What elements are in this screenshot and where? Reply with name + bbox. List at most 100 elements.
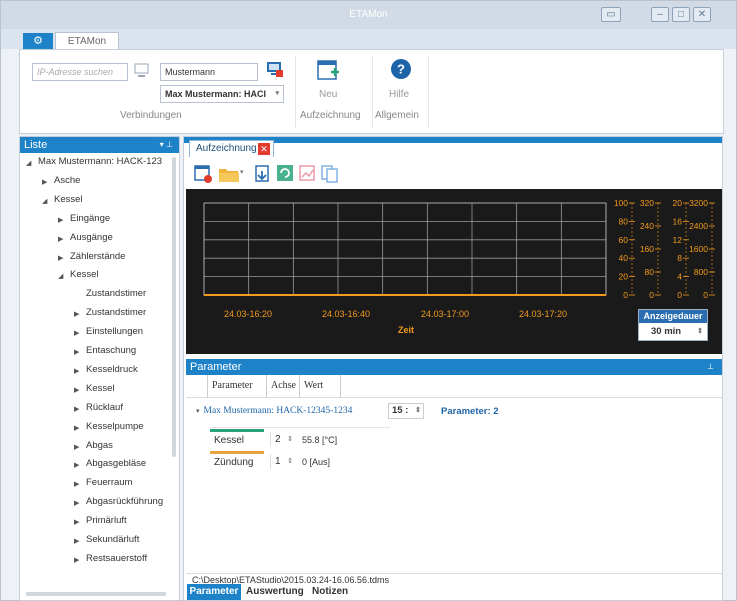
tab-notes[interactable]: Notizen [312,584,348,600]
tree-item[interactable]: Asche [54,175,80,186]
spinner-icon[interactable]: ⇕ [415,404,421,418]
collapse-arrow-icon[interactable]: ▶ [74,386,79,394]
tree-item[interactable]: Entaschung [86,345,136,356]
tree-item[interactable]: Abgasrückführung [86,496,163,507]
tab-etamon[interactable]: ETAMon [55,32,119,50]
refresh-icon[interactable] [276,164,296,184]
group-stepper[interactable]: 15 : ⇕ [388,403,424,419]
tree-item[interactable]: Abgas [86,440,113,451]
recording-panel: Aufzeichnung ✕ ▾ 24.03-16:20 24.03-16:40 2… [183,136,723,601]
expand-arrow-icon[interactable]: ◢ [42,197,47,205]
collapse-arrow-icon[interactable]: ▶ [74,499,79,507]
list-title: Liste [24,139,48,151]
collapse-arrow-icon[interactable]: ▶ [58,235,63,243]
collapse-arrow-icon[interactable]: ▶ [74,405,79,413]
tree-item[interactable]: Kessel [70,269,99,280]
tree-item[interactable]: Kesselpumpe [86,421,144,432]
tree-item[interactable]: Rücklauf [86,402,123,413]
tree-scrollbar-h[interactable] [26,592,166,596]
collapse-arrow-icon[interactable]: ▶ [74,443,79,451]
y-tick-label: 1600 [689,244,708,254]
username-input[interactable]: Mustermann [160,63,258,81]
new-label[interactable]: Neu [319,89,337,100]
collapse-arrow-icon[interactable]: ▶ [74,310,79,318]
collapse-arrow-icon[interactable]: ▶ [74,480,79,488]
tree-item[interactable]: Kesseldruck [86,364,138,375]
save-recording-icon[interactable] [194,164,214,184]
window-extra-icon[interactable]: ▭ [601,7,621,22]
expand-arrow-icon[interactable]: ◢ [58,272,63,280]
new-recording-icon[interactable] [316,59,340,83]
close-tab-icon[interactable]: ✕ [258,143,270,155]
header-divider [186,397,722,398]
tree-item[interactable]: Eingänge [70,213,110,224]
spinner-icon[interactable]: ⇕ [697,323,703,340]
column-axis[interactable]: Achse [267,375,300,397]
folder-icon[interactable] [218,164,240,184]
tab-recording[interactable]: Aufzeichnung ✕ [189,140,274,157]
axis-stepper[interactable]: 1 ⇕ [270,454,294,469]
parameter-row[interactable]: Zündung 1 ⇕ 0 [Aus] [210,451,390,471]
collapse-arrow-icon[interactable]: ▶ [74,537,79,545]
spinner-icon[interactable]: ⇕ [287,454,293,469]
y-tick-label: 100 [614,198,628,208]
collapse-arrow-icon[interactable]: ▶ [74,367,79,375]
connection-select[interactable]: Max Mustermann: HACI ▾ [160,85,284,103]
tree-item[interactable]: Sekundärluft [86,534,139,545]
collapse-arrow-icon[interactable]: ▶ [74,348,79,356]
import-icon[interactable] [254,164,274,184]
tree-item[interactable]: Zustandstimer [86,307,146,318]
collapse-arrow-icon[interactable]: ▶ [58,216,63,224]
minimize-icon[interactable]: – [651,7,669,22]
help-label[interactable]: Hilfe [389,89,409,100]
monitor-icon[interactable] [134,62,150,80]
tree-item[interactable]: Restsauerstoff [86,553,147,564]
gear-icon[interactable]: ⚙ [23,33,53,50]
tree-item[interactable]: Zustandstimer [86,288,146,299]
collapse-arrow-icon[interactable]: ▶ [58,254,63,262]
ip-search-input[interactable]: IP-Adresse suchen [32,63,128,81]
panel-pin-icon[interactable]: ⊥ [707,359,714,375]
column-parameter[interactable]: Parameter [208,375,267,397]
ribbon-divider [428,56,429,128]
column-value[interactable]: Wert [300,375,341,397]
tab-parameter[interactable]: Parameter [187,584,241,600]
chevron-down-icon[interactable]: ▾ [196,407,200,415]
collapse-arrow-icon[interactable]: ▶ [42,178,47,186]
group-label: Max Mustermann: HACK-12345-1234 [203,406,353,416]
duration-select[interactable]: 30 min ⇕ [639,323,707,340]
panel-pin-icon[interactable]: ▾ ⊥ [160,137,173,153]
tree-item[interactable]: Max Mustermann: HACK-123 [38,156,162,167]
chevron-down-icon[interactable]: ▾ [240,168,244,176]
recording-toolbar: ▾ [194,164,394,184]
copy-icon[interactable] [320,164,340,184]
tree-item[interactable]: Einstellungen [86,326,143,337]
list-panel: Liste ▾ ⊥ ◢ Max Mustermann: HACK-123 ▶ Asch… [19,136,180,601]
tree-scrollbar-v[interactable] [172,157,176,457]
collapse-arrow-icon[interactable]: ▶ [74,424,79,432]
tab-evaluation[interactable]: Auswertung [246,584,304,600]
tree-item[interactable]: Feuerraum [86,477,132,488]
axis-stepper[interactable]: 2 ⇕ [270,432,294,447]
expand-arrow-icon[interactable]: ◢ [26,159,31,167]
tree-item[interactable]: Primärluft [86,515,127,526]
collapse-arrow-icon[interactable]: ▶ [74,461,79,469]
tree-item[interactable]: Kessel [54,194,83,205]
tree-item[interactable]: Zählerstände [70,251,125,262]
parameter-row[interactable]: Kessel 2 ⇕ 55.8 [°C] [210,429,390,449]
spinner-icon[interactable]: ⇕ [287,432,293,447]
group-row[interactable]: ▾ Max Mustermann: HACK-12345-1234 [196,406,352,416]
list-header: Liste ▾ ⊥ [20,137,179,153]
tree-item[interactable]: Ausgänge [70,232,113,243]
maximize-icon[interactable]: □ [672,7,690,22]
collapse-arrow-icon[interactable]: ▶ [74,329,79,337]
parameter-name: Kessel [214,435,245,446]
login-monitor-icon[interactable] [266,61,284,79]
collapse-arrow-icon[interactable]: ▶ [74,518,79,526]
chart-settings-icon[interactable] [298,164,318,184]
tree-item[interactable]: Abgasgebläse [86,458,146,469]
tree-item[interactable]: Kessel [86,383,115,394]
collapse-arrow-icon[interactable]: ▶ [74,556,79,564]
help-icon[interactable]: ? [390,58,412,80]
close-window-icon[interactable]: ✕ [693,7,711,22]
